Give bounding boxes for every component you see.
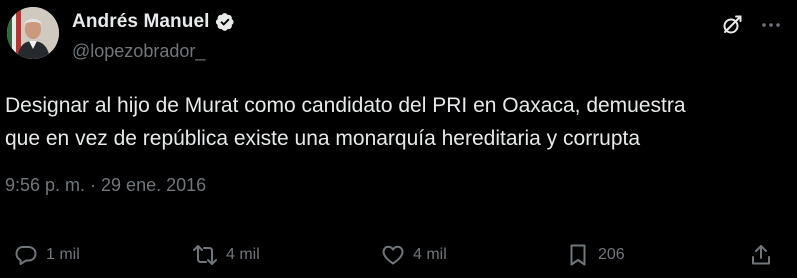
avatar[interactable]	[7, 7, 59, 59]
tweet-timestamp[interactable]: 9:56 p. m. · 29 ene. 2016	[5, 175, 206, 196]
author-name-row: Andrés Manuel	[72, 11, 235, 33]
retweet-count: 4 mil	[226, 246, 260, 263]
bookmark-count: 206	[598, 246, 625, 263]
like-button[interactable]: 4 mil	[381, 238, 447, 272]
more-icon[interactable]	[759, 13, 783, 37]
like-count: 4 mil	[413, 246, 447, 263]
verified-badge-icon[interactable]	[215, 12, 235, 32]
reply-count: 1 mil	[46, 246, 80, 263]
retweet-icon	[192, 243, 218, 267]
author-display-name[interactable]: Andrés Manuel	[72, 11, 210, 33]
bookmark-icon	[566, 243, 590, 267]
tweet-text: Designar al hijo de Murat como candidato…	[5, 94, 686, 150]
reply-button[interactable]: 1 mil	[14, 238, 80, 272]
heart-icon	[381, 243, 405, 267]
avatar-image	[7, 7, 59, 59]
share-icon	[749, 243, 773, 267]
retweet-button[interactable]: 4 mil	[192, 238, 260, 272]
bookmark-button[interactable]: 206	[566, 238, 625, 272]
author-handle[interactable]: @lopezobrador_	[72, 41, 205, 62]
share-button[interactable]	[749, 238, 773, 272]
reply-icon	[14, 243, 38, 267]
tweet: Andrés Manuel @lopezobrador_ Designar al…	[0, 0, 797, 278]
tweet-actions-bar: 1 mil 4 mil 4 mil 206	[0, 238, 797, 272]
grok-icon[interactable]	[720, 13, 744, 37]
